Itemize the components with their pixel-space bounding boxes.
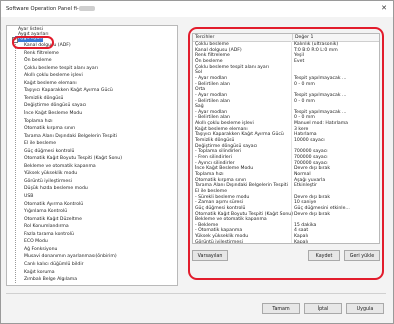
app-window: Software Operation Panel fi- ✕ Ayar list… — [0, 0, 394, 324]
property-value[interactable]: Kapalı — [294, 240, 308, 243]
tree-item[interactable]: Bekleme ve otomatik kapanma — [24, 164, 96, 170]
tree-item[interactable]: Görüntü iyileştirmesi — [24, 179, 72, 185]
tree-item[interactable]: Düşük hızda besleme modu — [24, 186, 88, 192]
tree-item[interactable]: USB — [24, 194, 33, 200]
tree-item[interactable]: Renk filtreleme — [24, 51, 59, 57]
property-name: Görüntü iyileştirmesi — [195, 239, 243, 244]
tree-item[interactable]: Canlı kalıcı düğümlü bildir — [24, 262, 83, 268]
tree-item[interactable]: Taşıyıcı Kaparakken Kağıt Ayırma Gücü — [24, 88, 113, 94]
tree-item[interactable]: Kağıt besleme elemanı — [24, 81, 77, 87]
tree-item[interactable]: Otomatik Kağıt Boyutu Tespiti (Kağıt Son… — [24, 156, 122, 162]
tree-item[interactable]: Kağıt koruma — [24, 270, 55, 276]
masked-model-name — [78, 6, 95, 11]
save-button[interactable]: Kaydet — [308, 250, 340, 261]
tree-item[interactable]: Değiştirme döngüsü sayacı — [24, 103, 86, 109]
tree-item[interactable]: Yığınlama Kontrolü — [24, 209, 67, 215]
tree-item[interactable]: Otomatik Ayırma Kontrolü — [24, 202, 83, 208]
tree-item[interactable]: Musavi donanımın ayarlanması(önbirim) — [24, 254, 117, 260]
tree-item[interactable]: Güç düğmesi kontrolü — [24, 149, 74, 155]
main-content: Ayar listesi Aygıt ayarları − Aygıt ayar… — [6, 25, 386, 286]
tree-item[interactable]: Ağ Fonksiyonu — [24, 247, 57, 253]
highlight-annotation-tree — [12, 36, 54, 49]
tree-item[interactable]: Ön besleme — [24, 58, 52, 64]
defaults-button[interactable]: Varsayılan — [192, 250, 228, 261]
cancel-button[interactable]: İptal — [304, 303, 342, 314]
tree-item[interactable]: İnce Kağıt Besleme Modu — [24, 111, 82, 117]
property-grid[interactable]: Tercihler Değer 1 Çoklu besleme Kalınlık … — [192, 33, 380, 244]
ok-button[interactable]: Tamam — [262, 303, 300, 314]
tree-connector-lines — [15, 38, 16, 284]
tree-item[interactable]: Otomatik kırpma sınırı — [24, 126, 75, 132]
footer-divider — [6, 293, 386, 294]
title-bar: Software Operation Panel fi- ✕ — [1, 1, 393, 17]
column-header-name[interactable]: Tercihler — [195, 35, 214, 40]
tree-item[interactable]: Otomatik Kağıt Düzeltme — [24, 217, 82, 223]
tree-item[interactable]: Toplama hızı — [24, 119, 52, 125]
close-icon[interactable]: ✕ — [381, 4, 387, 12]
tree-item[interactable]: Yüksek yükseklik modu — [24, 171, 77, 177]
tree-item[interactable]: ECO Modu — [24, 239, 48, 245]
tree-item[interactable]: Tarama Alanı Dışındaki Belgelerin Tespit… — [24, 134, 117, 140]
tree-item[interactable]: Akıllı çoklu besleme işlevi — [24, 73, 83, 79]
column-header-value[interactable]: Değer 1 — [292, 34, 313, 40]
window-title: Software Operation Panel fi- — [6, 6, 95, 12]
tree-item[interactable]: Fazla tarama kontrolü — [24, 232, 74, 238]
tree-item[interactable]: Zımbalı Belge Algılama — [24, 277, 77, 283]
property-grid-header: Tercihler Değer 1 — [193, 34, 379, 42]
apply-button[interactable]: Uygula — [346, 303, 384, 314]
tree-item[interactable]: Temizlik döngüsü — [24, 96, 63, 102]
tree-item[interactable]: El ile besleme — [24, 141, 56, 147]
tree-item[interactable]: Rol Konumlandırma — [24, 224, 69, 230]
settings-tree[interactable]: Ayar listesi Aygıt ayarları − Aygıt ayar… — [6, 25, 178, 286]
load-button[interactable]: Geri yükle — [344, 250, 380, 261]
tree-item[interactable]: Çoklu besleme tespit alanı ayarı — [24, 66, 98, 72]
property-row[interactable]: Görüntü iyileştirmesi Kapalı — [193, 239, 379, 244]
